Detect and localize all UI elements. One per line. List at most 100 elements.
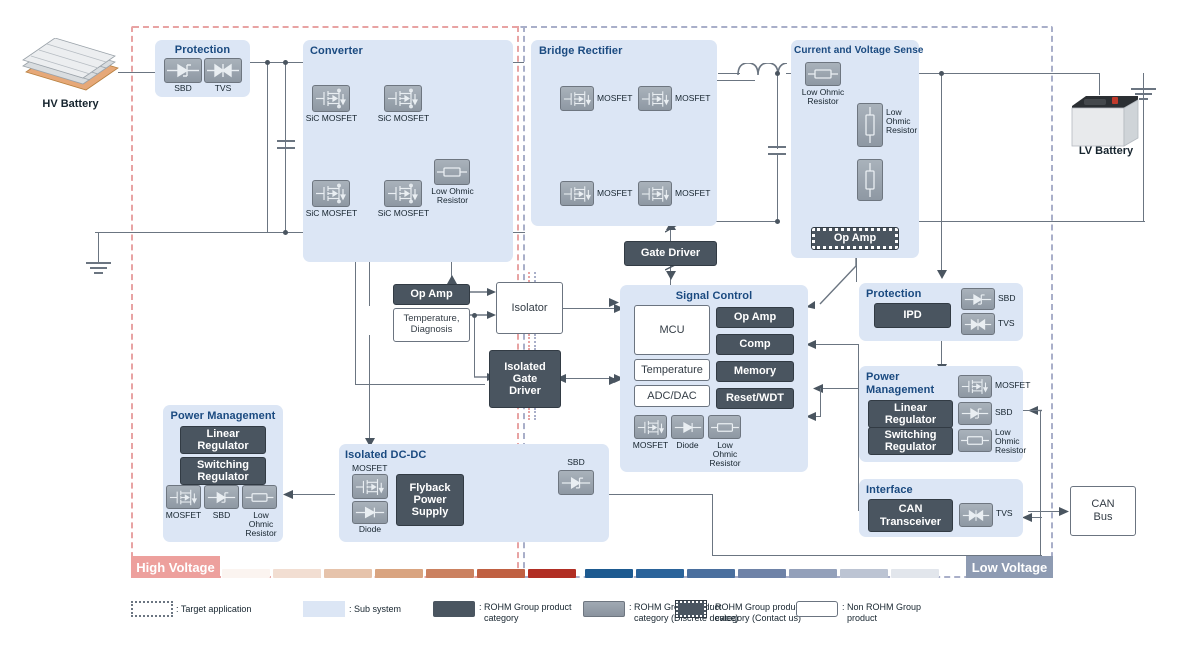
mosfet-label: MOSFET <box>632 440 669 450</box>
hv-battery <box>18 37 123 98</box>
arrow-cvs-protlv-icon <box>937 270 947 279</box>
op-amp-left-block[interactable]: Op Amp <box>393 284 470 305</box>
linear-regulator-hv-block[interactable]: Linear Regulator <box>180 426 266 454</box>
junction-dot <box>283 60 288 65</box>
sbd-diode-icon[interactable] <box>164 58 202 83</box>
wire-lvbat-neg <box>1143 73 1145 87</box>
temperature-block[interactable]: Temperature <box>634 359 710 381</box>
gate-driver-block[interactable]: Gate Driver <box>624 241 717 266</box>
wire-ground-hv <box>98 232 100 262</box>
tvs-diode-icon[interactable] <box>961 313 995 335</box>
adc-dac-block[interactable]: ADC/DAC <box>634 385 710 407</box>
low-ohmic-resistor-label: Low Ohmic Resistor <box>245 510 277 539</box>
ipd-block[interactable]: IPD <box>874 303 951 328</box>
sbd-diode-icon[interactable] <box>558 470 594 495</box>
converter-block[interactable] <box>303 40 513 262</box>
isolated-gate-driver-block[interactable]: Isolated Gate Driver <box>489 350 561 408</box>
mosfet-icon[interactable] <box>638 181 672 206</box>
reset-wdt-block[interactable]: Reset/WDT <box>716 388 794 409</box>
sbd-diode-icon[interactable] <box>204 485 239 509</box>
mosfet-icon[interactable] <box>384 85 422 112</box>
mosfet-icon[interactable] <box>312 180 350 207</box>
switching-regulator-hv-block[interactable]: Switching Regulator <box>180 457 266 485</box>
op-amp-cvs-block[interactable]: Op Amp <box>811 227 899 250</box>
wire-pmlv-feed <box>1022 410 1042 412</box>
high-voltage-tag: High Voltage <box>131 556 220 578</box>
arrow-signal-in-mid-icon <box>609 376 619 385</box>
tvs-diode-icon[interactable] <box>204 58 242 83</box>
can-bus-block[interactable]: CAN Bus <box>1070 486 1136 536</box>
switching-regulator-lv-block[interactable]: Switching Regulator <box>868 427 953 455</box>
resistor-icon[interactable] <box>434 159 470 185</box>
arrow-signal-in-top-icon <box>609 298 619 307</box>
mcu-block[interactable]: MCU <box>634 305 710 355</box>
isolated-dcdc-title: Isolated DC-DC <box>345 449 427 461</box>
isolator-block[interactable]: Isolator <box>496 282 563 334</box>
diode-icon[interactable] <box>671 415 704 439</box>
wire-interface-vert <box>1040 517 1042 555</box>
mosfet-icon[interactable] <box>312 85 350 112</box>
tvs-label: TVS <box>996 508 1013 518</box>
resistor-icon[interactable] <box>958 429 992 452</box>
mosfet-icon[interactable] <box>638 86 672 111</box>
protection-lv-title: Protection <box>866 288 922 300</box>
dcdc-mosfet-label: MOSFET <box>352 463 388 473</box>
temperature-diagnosis-block[interactable]: Temperature, Diagnosis <box>393 308 470 342</box>
target-application-swatch <box>131 601 173 617</box>
ground-symbol-hv-2 <box>90 267 107 269</box>
sbd-diode-icon[interactable] <box>958 402 992 425</box>
resistor-icon[interactable] <box>708 415 741 439</box>
capacitor-hv <box>277 140 295 142</box>
junction-dot <box>283 230 288 235</box>
sic-mosfet-label: SiC MOSFET <box>377 208 430 218</box>
rohm-discrete-swatch <box>583 601 625 617</box>
flyback-power-supply-block[interactable]: Flyback Power Supply <box>396 474 464 526</box>
current-voltage-sense-title: Current and Voltage Sense <box>794 45 924 56</box>
mosfet-icon[interactable] <box>166 485 201 509</box>
mosfet-icon[interactable] <box>634 415 667 439</box>
rohm-product-swatch <box>433 601 475 617</box>
comp-block[interactable]: Comp <box>716 334 794 355</box>
wire-pm-supply <box>290 494 335 496</box>
mosfet-icon[interactable] <box>352 474 388 499</box>
protection-hv-title: Protection <box>174 44 231 56</box>
obc-block-diagram: HV Battery LV Battery CAN Bus Protection… <box>0 0 1200 660</box>
resistor-icon[interactable] <box>242 485 277 509</box>
converter-title: Converter <box>310 45 363 57</box>
wire-igd-gate-left <box>355 384 485 386</box>
junction-dot <box>472 313 477 318</box>
divider-resistor-top-icon[interactable] <box>857 103 883 147</box>
wire-igd-gate-left-up <box>355 252 357 384</box>
linear-regulator-lv-block[interactable]: Linear Regulator <box>868 400 953 428</box>
mosfet-icon[interactable] <box>560 86 594 111</box>
shunt-resistor-label: Low Ohmic Resistor <box>801 87 845 107</box>
divider-resistor-bottom-icon[interactable] <box>857 159 883 201</box>
mosfet-icon[interactable] <box>560 181 594 206</box>
sic-mosfet-label: SiC MOSFET <box>377 113 430 123</box>
non-rohm-swatch <box>796 601 838 617</box>
shunt-resistor-icon[interactable] <box>805 62 841 86</box>
memory-block[interactable]: Memory <box>716 361 794 382</box>
legend-sub-system-text: : Sub system <box>349 604 402 614</box>
mosfet-icon[interactable] <box>958 375 992 398</box>
sub-system-swatch <box>303 601 345 617</box>
can-bus-label-line2: Bus <box>1093 511 1113 523</box>
divider-resistor-label: Low Ohmic Resistor <box>886 107 918 136</box>
wire-interface-to-signal <box>813 344 859 346</box>
arrow-pm-supply-icon <box>283 490 293 499</box>
isolator-barrier-top <box>528 272 530 282</box>
tvs-diode-icon[interactable] <box>959 503 993 527</box>
diode-icon[interactable] <box>352 501 388 524</box>
sic-mosfet-label: SiC MOSFET <box>305 113 358 123</box>
mosfet-icon[interactable] <box>384 180 422 207</box>
mosfet-label: MOSFET <box>675 188 711 198</box>
op-amp-signal-block[interactable]: Op Amp <box>716 307 794 328</box>
junction-dot <box>775 71 780 76</box>
sbd-label: SBD <box>212 510 231 520</box>
sbd-diode-icon[interactable] <box>961 288 995 310</box>
can-transceiver-block[interactable]: CAN Transceiver <box>868 499 953 532</box>
arrow-pmlv-signal-icon <box>813 384 823 393</box>
power-management-hv-title: Power Management <box>170 410 276 422</box>
power-management-lv-title: Power Management <box>866 371 935 396</box>
rohm-contact-swatch <box>675 600 707 618</box>
